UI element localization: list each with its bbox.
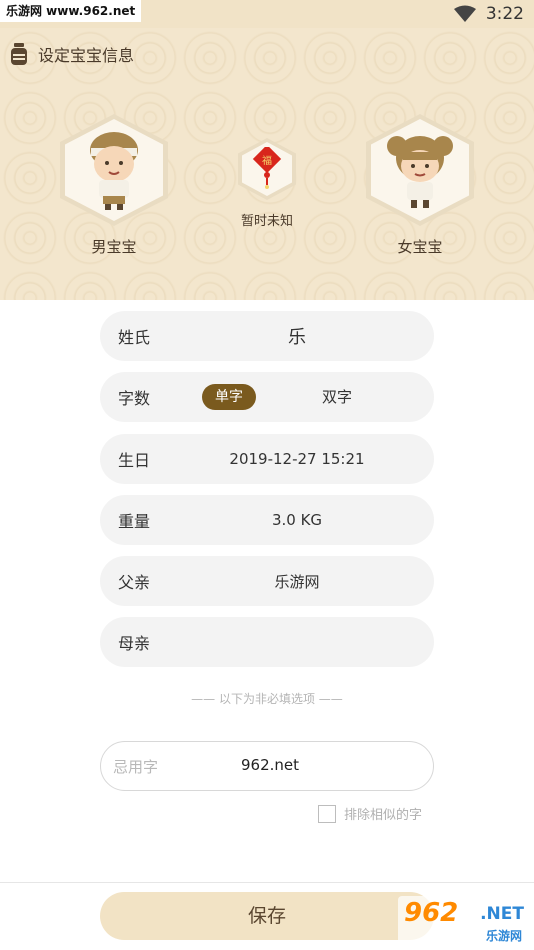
girl-avatar-frame	[371, 119, 469, 221]
weight-field[interactable]: 重量 3.0 KG	[100, 495, 434, 545]
avoid-chars-value[interactable]: 962.net	[241, 756, 299, 774]
surname-label: 姓氏	[118, 328, 151, 347]
double-char-option[interactable]: 双字	[310, 384, 364, 410]
watermark-net: .NET	[480, 904, 524, 924]
exclude-similar-row[interactable]: 排除相似的字	[318, 804, 422, 823]
single-char-option[interactable]: 单字	[202, 384, 256, 410]
wifi-icon	[453, 5, 476, 22]
surname-field[interactable]: 姓氏 乐	[100, 311, 434, 361]
unknown-label[interactable]: 暂时未知	[218, 210, 316, 229]
boy-avatar-icon	[90, 132, 138, 210]
status-right: 3:22	[453, 2, 524, 26]
watermark-num: 962	[404, 898, 459, 928]
weight-value[interactable]: 3.0 KG	[180, 511, 414, 529]
exclude-similar-label: 排除相似的字	[344, 808, 423, 823]
page-title: 设定宝宝信息	[38, 46, 135, 65]
mother-field[interactable]: 母亲	[100, 617, 434, 667]
avoid-chars-input[interactable]: 忌用字 962.net	[100, 741, 434, 791]
exclude-similar-checkbox[interactable]	[318, 804, 336, 823]
boy-avatar-button[interactable]	[60, 114, 168, 226]
watermark-cn: 乐游网	[485, 929, 522, 943]
header-panel: 设定宝宝信息 男宝宝 福 暂时未知 女宝宝	[0, 28, 534, 300]
unknown-frame: 福	[242, 142, 292, 196]
jar-icon	[11, 43, 27, 65]
chinese-knot-icon: 福	[252, 147, 282, 189]
girl-avatar-icon	[387, 136, 453, 208]
boy-avatar-frame	[65, 119, 163, 221]
char-count-field: 字数 单字 双字	[100, 372, 434, 422]
girl-avatar-button[interactable]	[366, 114, 474, 226]
father-value[interactable]: 乐游网	[180, 571, 414, 592]
bottom-bar: 保存 962 .NET 乐游网	[0, 882, 534, 950]
birthday-label: 生日	[118, 451, 151, 470]
weight-label: 重量	[118, 512, 151, 531]
girl-label[interactable]: 女宝宝	[366, 236, 474, 257]
father-label: 父亲	[118, 573, 151, 592]
header-title-row: 设定宝宝信息	[10, 42, 134, 66]
status-time: 3:22	[485, 4, 524, 24]
father-field[interactable]: 父亲 乐游网	[100, 556, 434, 606]
avoid-chars-placeholder: 忌用字	[113, 758, 159, 776]
watermark-top: 乐游网 www.962.net	[0, 0, 142, 22]
surname-value[interactable]: 乐	[180, 323, 414, 349]
birthday-value[interactable]: 2019-12-27 15:21	[180, 450, 414, 468]
save-button[interactable]: 保存	[100, 892, 434, 940]
unknown-gender-button[interactable]: 福	[238, 138, 296, 200]
status-bar: 乐游网 www.962.net 3:22	[0, 0, 534, 28]
mother-label: 母亲	[118, 634, 151, 653]
boy-label[interactable]: 男宝宝	[60, 236, 168, 257]
charm-text: 福	[262, 154, 272, 167]
char-count-label: 字数	[118, 389, 151, 408]
optional-divider: —— 以下为非必填选项 ——	[191, 692, 343, 706]
birthday-field[interactable]: 生日 2019-12-27 15:21	[100, 434, 434, 484]
watermark-bottom: 962 .NET 乐游网	[398, 896, 530, 946]
